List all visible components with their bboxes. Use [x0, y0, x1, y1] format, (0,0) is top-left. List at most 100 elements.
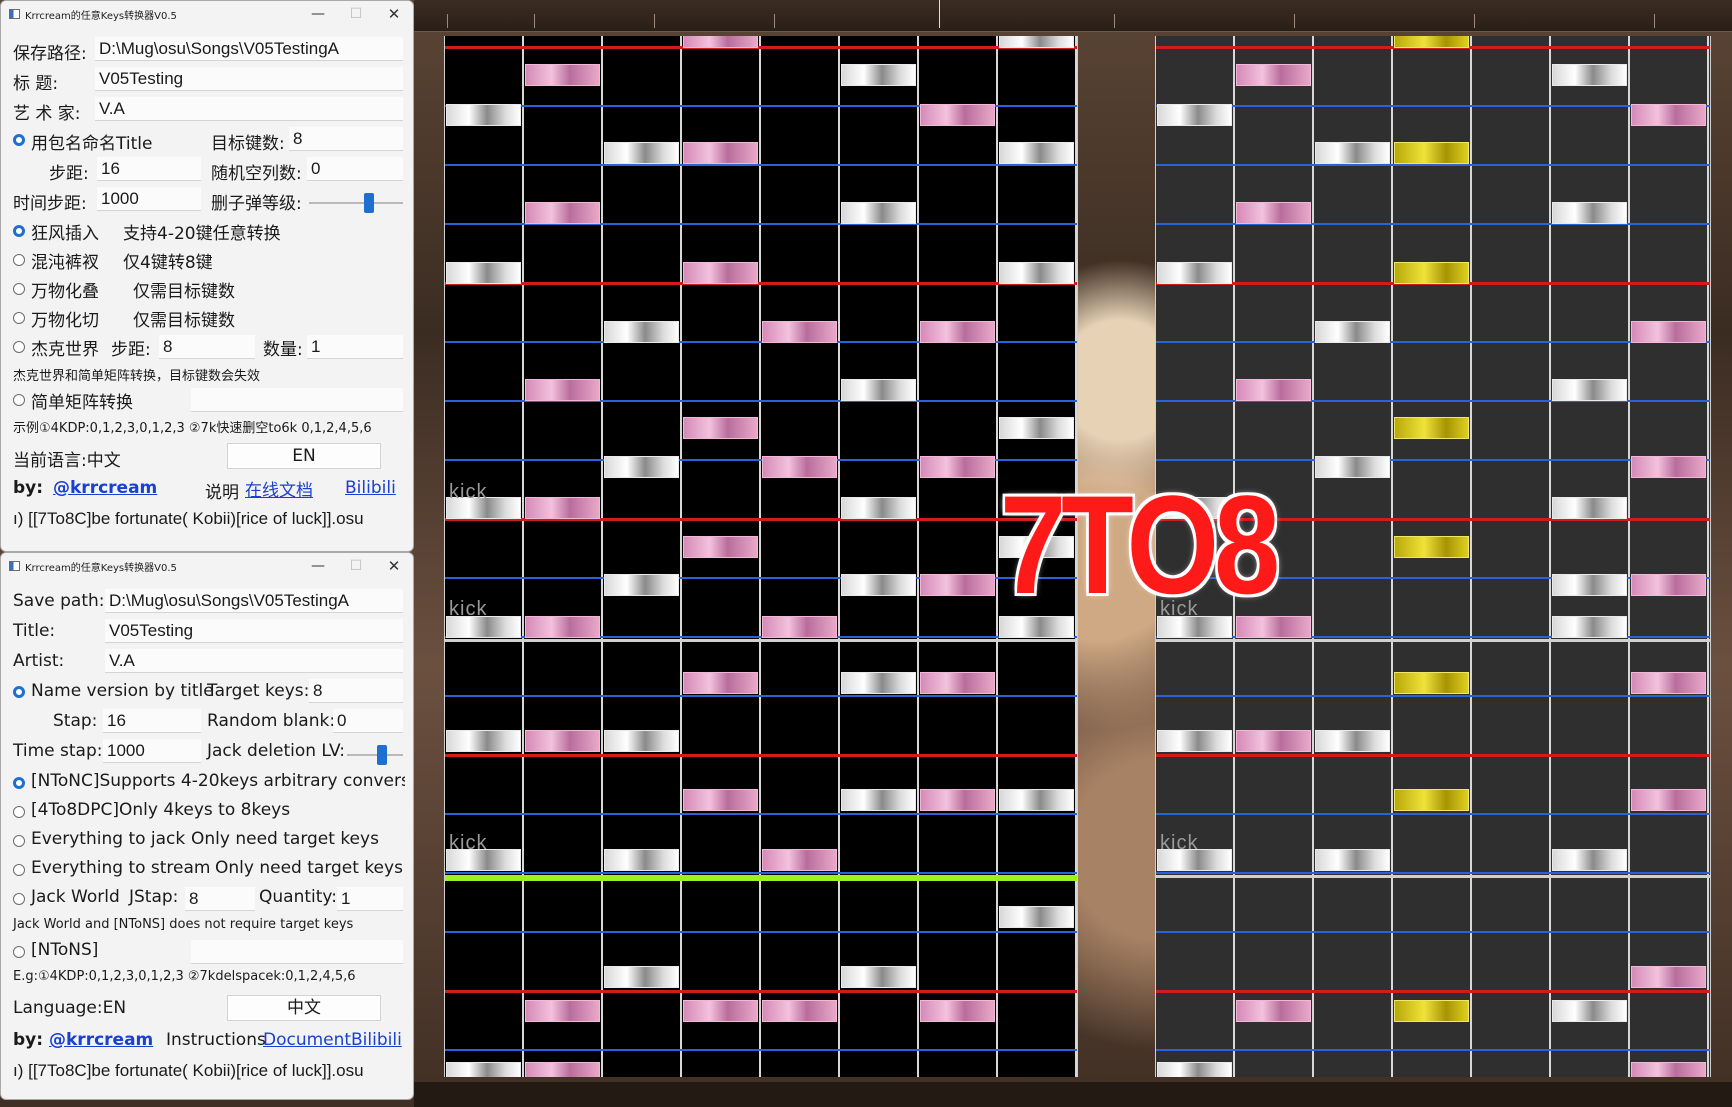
- mode5-radio[interactable]: [13, 341, 25, 353]
- mode3-radio[interactable]: [13, 835, 25, 847]
- note-white[interactable]: [446, 730, 521, 752]
- note-white[interactable]: [999, 36, 1074, 48]
- note-white[interactable]: [1552, 202, 1627, 224]
- mode2-radio[interactable]: [13, 254, 25, 266]
- note-pink[interactable]: [1631, 456, 1706, 478]
- author-link[interactable]: @krrcream: [49, 1030, 153, 1050]
- note-white[interactable]: [1157, 730, 1232, 752]
- note-white[interactable]: [1710, 36, 1711, 48]
- note-pink[interactable]: [683, 142, 758, 164]
- note-pink[interactable]: [1236, 202, 1311, 224]
- note-white[interactable]: [999, 789, 1074, 811]
- note-white[interactable]: [1157, 1062, 1232, 1077]
- note-yellow[interactable]: [1394, 789, 1469, 811]
- note-white[interactable]: [1710, 789, 1711, 811]
- doc-link[interactable]: 在线文档: [245, 476, 313, 501]
- minimize-icon[interactable]: —: [303, 3, 333, 25]
- note-pink[interactable]: [762, 1000, 837, 1022]
- note-white[interactable]: [1157, 262, 1232, 284]
- author-link[interactable]: @krrcream: [53, 478, 157, 498]
- note-pink[interactable]: [920, 104, 995, 126]
- note-white[interactable]: [1315, 849, 1390, 871]
- note-pink[interactable]: [762, 849, 837, 871]
- note-white[interactable]: [841, 672, 916, 694]
- note-pink[interactable]: [683, 262, 758, 284]
- note-white[interactable]: [604, 730, 679, 752]
- note-white[interactable]: [1710, 142, 1711, 164]
- note-white[interactable]: [1710, 672, 1711, 694]
- note-white[interactable]: [1552, 574, 1627, 596]
- bilibili-link[interactable]: Bilibili: [345, 478, 396, 498]
- note-white[interactable]: [999, 262, 1074, 284]
- mode5-step-input[interactable]: 8: [185, 887, 255, 911]
- step-input[interactable]: 16: [97, 157, 201, 181]
- note-white[interactable]: [1315, 730, 1390, 752]
- jack-delete-slider[interactable]: [309, 193, 403, 213]
- mode5-radio[interactable]: [13, 893, 25, 905]
- note-pink[interactable]: [1631, 574, 1706, 596]
- note-white[interactable]: [446, 1062, 521, 1077]
- language-button[interactable]: EN: [227, 443, 381, 469]
- target-keys-input[interactable]: 8: [309, 679, 403, 703]
- slider-knob[interactable]: [376, 745, 387, 765]
- maximize-icon[interactable]: ☐: [341, 555, 371, 577]
- random-blank-input[interactable]: 0: [307, 157, 403, 181]
- note-pink[interactable]: [683, 1000, 758, 1022]
- artist-input[interactable]: V.A: [95, 97, 403, 121]
- note-pink[interactable]: [1236, 379, 1311, 401]
- title-bar[interactable]: Krrcream的任意Keys转换器V0.5 — ☐ ✕: [1, 1, 413, 27]
- timeline-bar[interactable]: [414, 0, 1732, 32]
- note-pink[interactable]: [525, 202, 600, 224]
- random-blank-input[interactable]: 0: [333, 709, 403, 733]
- note-pink[interactable]: [920, 456, 995, 478]
- note-white[interactable]: [999, 906, 1074, 928]
- target-keys-input[interactable]: 8: [289, 127, 403, 151]
- note-pink[interactable]: [920, 1000, 995, 1022]
- note-pink[interactable]: [1631, 966, 1706, 988]
- note-pink[interactable]: [1236, 1000, 1311, 1022]
- note-white[interactable]: [1552, 497, 1627, 519]
- slider-knob[interactable]: [363, 193, 374, 213]
- time-step-input[interactable]: 1000: [103, 739, 201, 763]
- mode5-qty-input[interactable]: 1: [337, 887, 403, 911]
- note-pink[interactable]: [920, 672, 995, 694]
- note-pink[interactable]: [525, 1062, 600, 1077]
- note-white[interactable]: [604, 966, 679, 988]
- title-bar[interactable]: Krrcream的任意Keys转换器V0.5 — ☐ ✕: [1, 553, 413, 579]
- note-white[interactable]: [446, 262, 521, 284]
- note-white[interactable]: [841, 497, 916, 519]
- mode1-radio[interactable]: [13, 777, 25, 789]
- note-white[interactable]: [604, 849, 679, 871]
- note-white[interactable]: [1710, 417, 1711, 439]
- step-input[interactable]: 16: [103, 709, 201, 733]
- close-icon[interactable]: ✕: [379, 555, 409, 577]
- note-pink[interactable]: [920, 574, 995, 596]
- mode5-qty-input[interactable]: 1: [307, 335, 403, 359]
- note-yellow[interactable]: [1394, 417, 1469, 439]
- note-pink[interactable]: [762, 321, 837, 343]
- note-pink[interactable]: [683, 417, 758, 439]
- note-pink[interactable]: [1236, 64, 1311, 86]
- language-button[interactable]: 中文: [227, 995, 381, 1021]
- mode2-radio[interactable]: [13, 806, 25, 818]
- note-yellow[interactable]: [1394, 262, 1469, 284]
- note-pink[interactable]: [525, 616, 600, 638]
- note-yellow[interactable]: [1394, 36, 1469, 48]
- note-white[interactable]: [1315, 456, 1390, 478]
- note-white[interactable]: [841, 966, 916, 988]
- note-white[interactable]: [1315, 142, 1390, 164]
- jack-delete-slider[interactable]: [347, 745, 403, 765]
- note-pink[interactable]: [1631, 1062, 1706, 1077]
- note-pink[interactable]: [683, 672, 758, 694]
- note-yellow[interactable]: [1394, 536, 1469, 558]
- mode4-radio[interactable]: [13, 864, 25, 876]
- note-pink[interactable]: [1631, 789, 1706, 811]
- note-white[interactable]: [1315, 321, 1390, 343]
- mode3-radio[interactable]: [13, 283, 25, 295]
- note-pink[interactable]: [762, 456, 837, 478]
- note-white[interactable]: [841, 379, 916, 401]
- note-white[interactable]: [604, 142, 679, 164]
- note-pink[interactable]: [1631, 672, 1706, 694]
- note-pink[interactable]: [683, 536, 758, 558]
- maximize-icon[interactable]: ☐: [341, 3, 371, 25]
